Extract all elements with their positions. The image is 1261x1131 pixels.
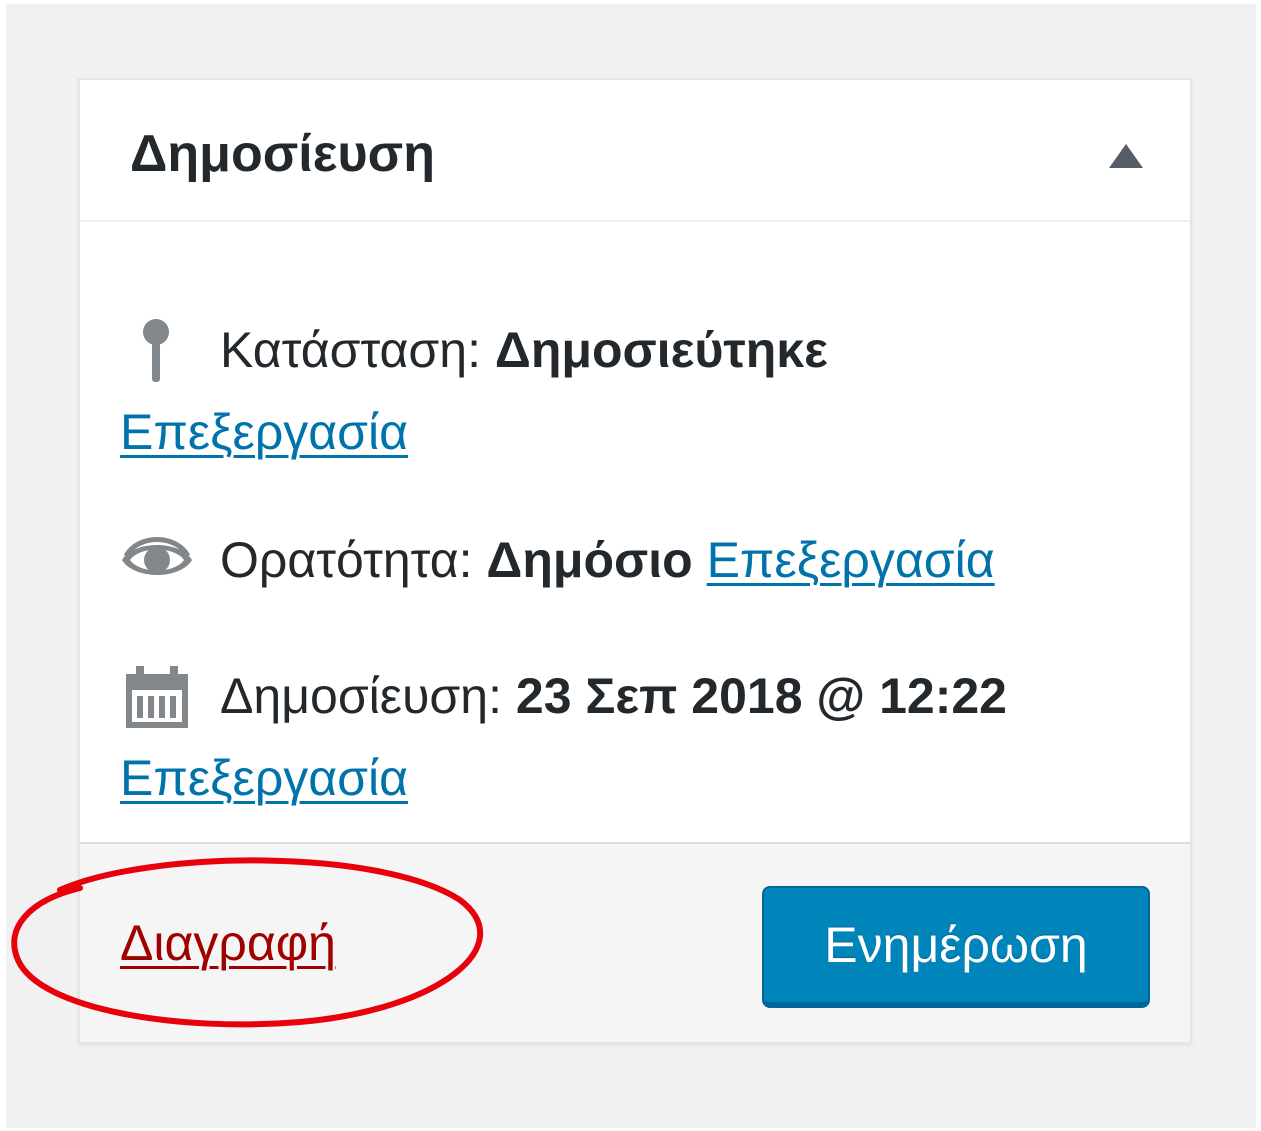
calendar-icon: [120, 664, 194, 728]
update-button[interactable]: Ενημέρωση: [762, 886, 1150, 1008]
status-value: Δημοσιεύτηκε: [494, 322, 828, 378]
publish-date-edit-link[interactable]: Επεξεργασία: [120, 750, 408, 806]
visibility-label: Ορατότητα:: [220, 532, 473, 588]
publish-date-label: Δημοσίευση:: [220, 668, 502, 724]
delete-link[interactable]: Διαγραφή: [120, 908, 336, 978]
pin-icon: [120, 318, 194, 382]
publish-box-title: Δημοσίευση: [130, 125, 436, 183]
publish-box: Δημοσίευση Κατάσταση: Δημοσιεύτηκε Επεξε…: [78, 78, 1192, 1044]
visibility-value: Δημόσιο: [486, 532, 693, 588]
status-row: Κατάσταση: Δημοσιεύτηκε: [120, 310, 828, 390]
toggle-panel-button[interactable]: [1102, 132, 1150, 180]
major-publishing-actions: Διαγραφή Ενημέρωση: [80, 842, 1190, 1042]
status-edit-link[interactable]: Επεξεργασία: [120, 404, 408, 460]
eye-icon: [120, 528, 194, 588]
publish-box-header: Δημοσίευση: [80, 80, 1190, 222]
status-edit-row: Επεξεργασία: [120, 392, 408, 472]
status-label: Κατάσταση:: [220, 322, 481, 378]
triangle-up-icon: [1109, 144, 1143, 168]
screen-background: Δημοσίευση Κατάσταση: Δημοσιεύτηκε Επεξε…: [6, 4, 1256, 1128]
publish-date-row: Δημοσίευση: 23 Σεπ 2018 @ 12:22: [120, 656, 1007, 736]
visibility-edit-link[interactable]: Επεξεργασία: [707, 532, 995, 588]
publish-date-value: 23 Σεπ 2018 @ 12:22: [515, 668, 1007, 724]
publish-date-edit-row: Επεξεργασία: [120, 738, 408, 818]
visibility-row: Ορατότητα: Δημόσιο Επεξεργασία: [120, 520, 995, 600]
